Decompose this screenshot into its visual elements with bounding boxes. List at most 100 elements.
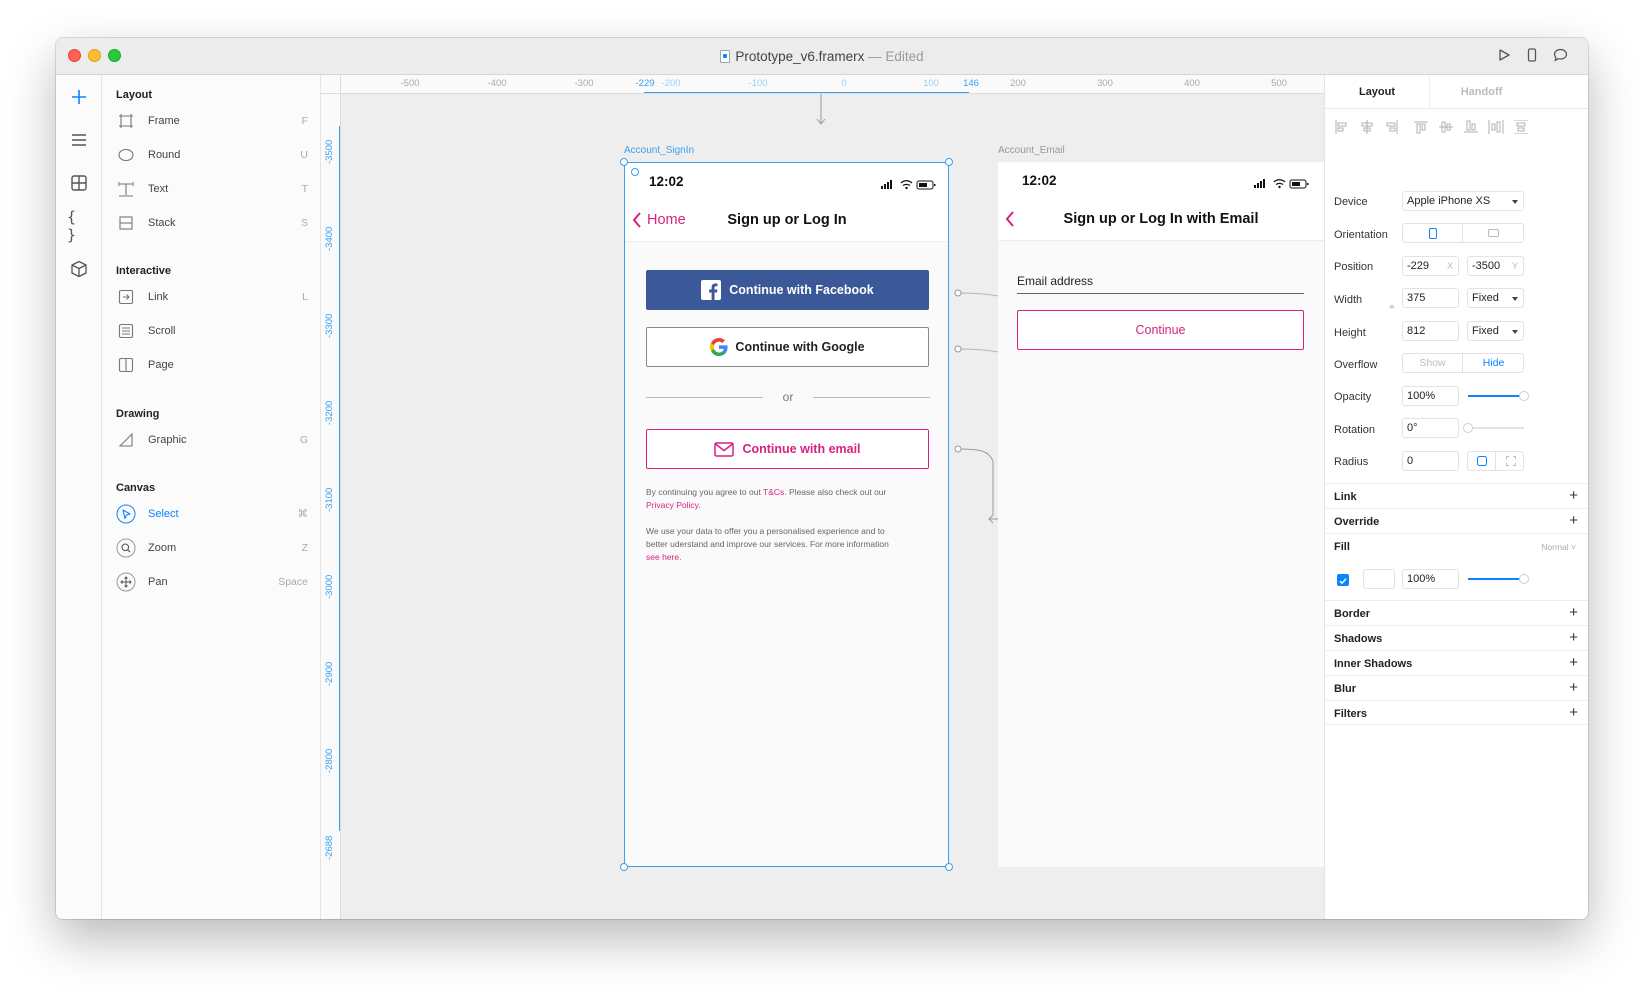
insert-stack[interactable]: Stack S <box>116 212 308 234</box>
frame-name-signin[interactable]: Account_SignIn <box>624 145 694 156</box>
frame-name-email[interactable]: Account_Email <box>998 145 1065 156</box>
back-button[interactable] <box>1004 210 1016 233</box>
fill-enabled-checkbox[interactable] <box>1337 574 1349 586</box>
scroll-icon <box>116 321 136 341</box>
slider-knob[interactable] <box>1519 391 1529 401</box>
device-preview-icon[interactable] <box>1524 48 1540 64</box>
fill-opacity-slider[interactable] <box>1468 574 1529 584</box>
width-mode-select[interactable]: Fixed <box>1467 288 1524 308</box>
frame-account-email[interactable]: 12:02 Sign up or Log In with Email Email… <box>998 162 1324 867</box>
opacity-value: 100% <box>1407 390 1436 402</box>
continue-google-button[interactable]: Continue with Google <box>646 327 929 367</box>
height-mode-select[interactable]: Fixed <box>1467 321 1524 341</box>
opacity-input[interactable]: 100% <box>1402 386 1459 406</box>
insert-scroll[interactable]: Scroll <box>116 320 308 342</box>
play-icon[interactable] <box>1496 48 1512 64</box>
terms-text-middle: . Please also check out our <box>784 487 887 497</box>
packages-cube-icon[interactable] <box>67 257 91 281</box>
rotation-input[interactable]: 0° <box>1402 418 1459 438</box>
add-override-icon[interactable]: + <box>1569 512 1578 529</box>
aspect-lock-icon[interactable]: ⚭ <box>1388 302 1396 313</box>
portrait-option[interactable] <box>1403 224 1463 242</box>
fill-blend-mode[interactable]: Normal ˅ <box>1541 542 1576 552</box>
shortcut-key: ⌘ <box>297 508 309 520</box>
add-filter-icon[interactable]: + <box>1569 704 1578 721</box>
email-input[interactable] <box>1017 293 1304 294</box>
slider-fill <box>1468 578 1524 580</box>
frame-account-signin[interactable]: 12:02 Home Sign up or Log In Continue wi… <box>624 162 949 867</box>
add-border-icon[interactable]: + <box>1569 604 1578 621</box>
position-y-input[interactable]: -3500 Y <box>1467 256 1524 276</box>
file-name: Prototype_v6.framerx <box>735 49 865 64</box>
add-blur-icon[interactable]: + <box>1569 679 1578 696</box>
radius-mode-toggle[interactable] <box>1467 451 1524 471</box>
tool-zoom[interactable]: Zoom Z <box>116 537 308 559</box>
slider-knob[interactable] <box>1519 574 1529 584</box>
code-braces-icon[interactable]: { } <box>67 208 91 244</box>
fill-color-swatch[interactable] <box>1363 569 1395 589</box>
continue-email-button[interactable]: Continue with email <box>646 429 929 469</box>
resize-handle-bottom-left[interactable] <box>620 863 628 871</box>
fill-opacity-input[interactable]: 100% <box>1402 569 1459 589</box>
section-label: Fill <box>1334 541 1350 553</box>
back-button[interactable]: Home <box>631 211 686 229</box>
tab-handoff[interactable]: Handoff <box>1429 75 1533 109</box>
continue-button[interactable]: Continue <box>1017 310 1304 350</box>
overflow-toggle[interactable]: Show Hide <box>1402 353 1524 373</box>
radius-input[interactable]: 0 <box>1402 451 1459 471</box>
device-select[interactable]: Apple iPhone XS <box>1402 191 1524 211</box>
section-shadows[interactable]: Shadows + <box>1325 625 1588 650</box>
width-input[interactable]: 375 <box>1402 288 1459 308</box>
orientation-toggle[interactable] <box>1402 223 1524 243</box>
overflow-hide-option[interactable]: Hide <box>1464 354 1523 372</box>
design-canvas[interactable]: -500 -400 -300 -229 -200 -100 0 100 146 … <box>321 75 1324 919</box>
add-inner-shadow-icon[interactable]: + <box>1569 654 1578 671</box>
tool-label: Zoom <box>148 542 177 554</box>
resize-handle-bottom-right[interactable] <box>945 863 953 871</box>
insert-graphic[interactable]: Graphic G <box>116 429 308 451</box>
section-label: Filters <box>1334 708 1368 720</box>
resize-handle-top-left[interactable] <box>620 158 628 166</box>
position-x-input[interactable]: -229 X <box>1402 256 1459 276</box>
radius-uniform-option[interactable] <box>1468 452 1496 470</box>
overflow-show-option[interactable]: Show <box>1403 354 1463 372</box>
section-border[interactable]: Border + <box>1325 600 1588 625</box>
radius-individual-option[interactable] <box>1497 452 1524 470</box>
insert-link[interactable]: Link L <box>116 286 308 308</box>
layers-icon[interactable] <box>67 128 91 152</box>
rotation-slider[interactable] <box>1463 423 1524 433</box>
continue-facebook-button[interactable]: Continue with Facebook <box>646 270 929 310</box>
section-blur[interactable]: Blur + <box>1325 675 1588 700</box>
align-icons[interactable] <box>1334 120 1540 134</box>
opacity-slider[interactable] <box>1468 391 1529 401</box>
see-here-link[interactable]: see here <box>646 552 679 562</box>
components-icon[interactable] <box>67 171 91 195</box>
shortcut-key: F <box>301 115 308 127</box>
section-link[interactable]: Link + <box>1325 483 1588 508</box>
section-inner-shadows[interactable]: Inner Shadows + <box>1325 650 1588 675</box>
terms-link[interactable]: T&Cs <box>763 487 784 497</box>
insert-frame[interactable]: Frame F <box>116 110 308 132</box>
resize-handle-top-right[interactable] <box>945 158 953 166</box>
landscape-option[interactable] <box>1464 224 1523 242</box>
shortcut-key: G <box>299 434 308 446</box>
section-filters[interactable]: Filters + <box>1325 700 1588 725</box>
chevron-down-icon <box>1512 297 1518 301</box>
status-time: 12:02 <box>1022 173 1057 188</box>
divider-line-left <box>646 397 763 398</box>
add-shadow-icon[interactable]: + <box>1569 629 1578 646</box>
insert-page[interactable]: Page <box>116 354 308 376</box>
insert-text[interactable]: Text T <box>116 178 308 200</box>
comment-icon[interactable] <box>1552 48 1568 64</box>
insert-plus-icon[interactable] <box>67 85 91 109</box>
slider-knob[interactable] <box>1463 423 1473 433</box>
section-override[interactable]: Override + <box>1325 508 1588 533</box>
insert-round[interactable]: Round U <box>116 144 308 166</box>
height-input[interactable]: 812 <box>1402 321 1459 341</box>
position-x-value: -229 <box>1407 260 1430 272</box>
tool-pan[interactable]: Pan Space <box>116 571 308 593</box>
tool-select[interactable]: Select ⌘ <box>116 503 308 525</box>
add-link-icon[interactable]: + <box>1569 487 1578 504</box>
tab-layout[interactable]: Layout <box>1325 86 1429 98</box>
privacy-policy-link[interactable]: Privacy Policy <box>646 500 698 510</box>
